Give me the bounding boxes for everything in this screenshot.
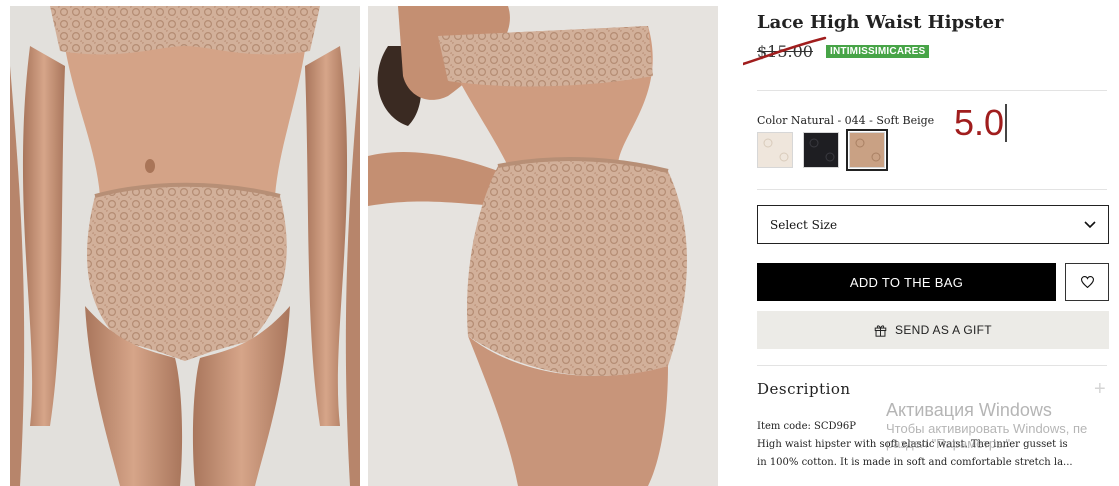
send-as-gift-label: SEND AS A GIFT	[895, 323, 992, 337]
old-price: $15.00	[757, 42, 813, 61]
swatch-soft-beige[interactable]	[846, 129, 888, 171]
promo-badge: INTIMISSIMICARES	[825, 45, 930, 58]
product-photo-front-image	[10, 6, 360, 486]
chevron-down-icon	[1084, 220, 1096, 228]
product-detail-panel: Lace High Waist Hipster $15.00 INTIMISSI…	[743, 0, 1119, 486]
product-photo-side-image	[368, 6, 718, 486]
swatch-black[interactable]	[803, 132, 839, 168]
description-heading[interactable]: Description	[757, 380, 851, 398]
color-swatches	[757, 129, 895, 171]
swatch-black-image	[804, 133, 838, 167]
swatch-soft-beige-image	[850, 133, 884, 167]
text-caret	[1005, 104, 1008, 142]
swatch-ivory[interactable]	[757, 132, 793, 168]
description-line: in 100% cotton. It is made in soft and c…	[757, 457, 1073, 468]
description-body: Item code: SCD96P High waist hipster wit…	[757, 418, 1097, 472]
heart-icon	[1080, 276, 1094, 288]
product-photo-side[interactable]	[368, 6, 718, 486]
divider	[757, 189, 1107, 190]
gift-icon	[874, 324, 887, 337]
description-line: High waist hipster with soft elastic wai…	[757, 439, 1068, 450]
plus-icon[interactable]: +	[1094, 378, 1106, 401]
product-title: Lace High Waist Hipster	[757, 12, 1004, 33]
item-code: Item code: SCD96P	[757, 421, 857, 432]
rating-input[interactable]: 5.0	[954, 102, 1008, 144]
size-select[interactable]: Select Size	[757, 205, 1109, 244]
add-to-bag-button[interactable]: ADD TO THE BAG	[757, 263, 1056, 301]
swatch-ivory-image	[758, 133, 792, 167]
price-row: $15.00 INTIMISSIMICARES	[757, 42, 930, 61]
divider	[757, 90, 1107, 91]
wishlist-button[interactable]	[1065, 263, 1109, 301]
product-photo-front[interactable]	[10, 6, 360, 486]
send-as-gift-button[interactable]: SEND AS A GIFT	[757, 311, 1109, 349]
color-label: Color Natural - 044 - Soft Beige	[757, 114, 935, 127]
size-select-label: Select Size	[770, 217, 838, 232]
rating-input-value: 5.0	[954, 102, 1005, 143]
divider	[757, 365, 1107, 366]
